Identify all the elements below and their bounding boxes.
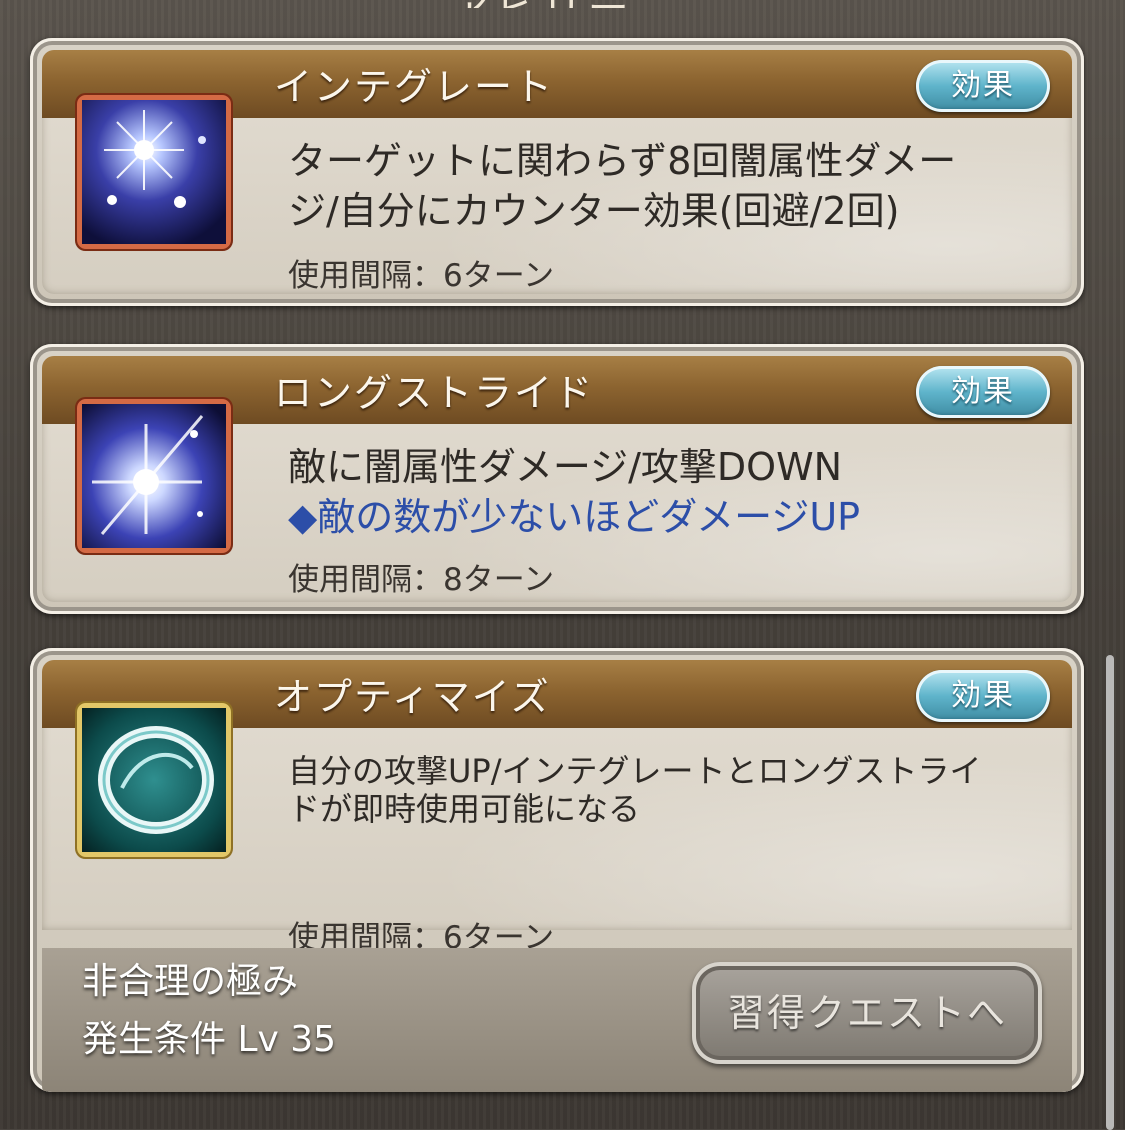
description-line: ジ/自分にカウンター効果(回避/2回) xyxy=(288,189,900,233)
ability-card-integrate: インテグレート 効果 ターゲットに関わらず8回闇属性ダメー ジ/自分にカウンター… xyxy=(30,38,1084,306)
dark-starburst-icon xyxy=(82,100,226,244)
description-line: ターゲットに関わらず8回闇属性ダメー xyxy=(288,139,957,183)
ability-description: 敵に闇属性ダメージ/攻撃DOWN ◆敵の数が少ないほどダメージUP xyxy=(288,442,1042,542)
description-line: 自分の攻撃UP/インテグレートとロングストライ xyxy=(288,752,982,790)
effect-button[interactable]: 効果 xyxy=(916,60,1050,112)
ability-name: オプティマイズ xyxy=(274,675,551,719)
description-line: 敵に闇属性ダメージ/攻撃DOWN xyxy=(288,445,843,489)
ability-name: インテグレート xyxy=(274,65,555,109)
unlock-condition: 発生条件 Lv 35 xyxy=(82,1019,337,1060)
description-line: ドが即時使用可能になる xyxy=(288,790,641,828)
unlock-condition-bar: 非合理の極み 発生条件 Lv 35 習得クエストへ xyxy=(42,948,1072,1092)
teal-ring-icon xyxy=(82,708,226,852)
scrollbar[interactable] xyxy=(1106,655,1114,1130)
ability-interval: 使用間隔：8ターン xyxy=(288,562,555,598)
ability-description: 自分の攻撃UP/インテグレートとロングストライ ドが即時使用可能になる xyxy=(288,752,1042,828)
description-note: ◆敵の数が少ないほどダメージUP xyxy=(288,495,861,539)
section-header-partial: アビリティ xyxy=(450,0,670,8)
effect-button[interactable]: 効果 xyxy=(916,670,1050,722)
effect-button[interactable]: 効果 xyxy=(916,366,1050,418)
skill-name: 非合理の極み xyxy=(82,961,299,1002)
learn-quest-button[interactable]: 習得クエストへ xyxy=(692,962,1042,1064)
ability-card-long-stride: ロングストライド 効果 敵に闇属性ダメージ/攻撃DOWN ◆敵の数が少ないほどダ… xyxy=(30,344,1084,614)
ability-card-optimize: オプティマイズ 効果 自分の攻撃UP/インテグレートとロングストライ ドが即時使… xyxy=(30,648,1084,1092)
ability-description: ターゲットに関わらず8回闇属性ダメー ジ/自分にカウンター効果(回避/2回) xyxy=(288,136,1042,236)
ability-name: ロングストライド xyxy=(274,371,595,415)
ability-interval: 使用間隔：6ターン xyxy=(288,258,555,294)
light-slash-icon xyxy=(82,404,226,548)
